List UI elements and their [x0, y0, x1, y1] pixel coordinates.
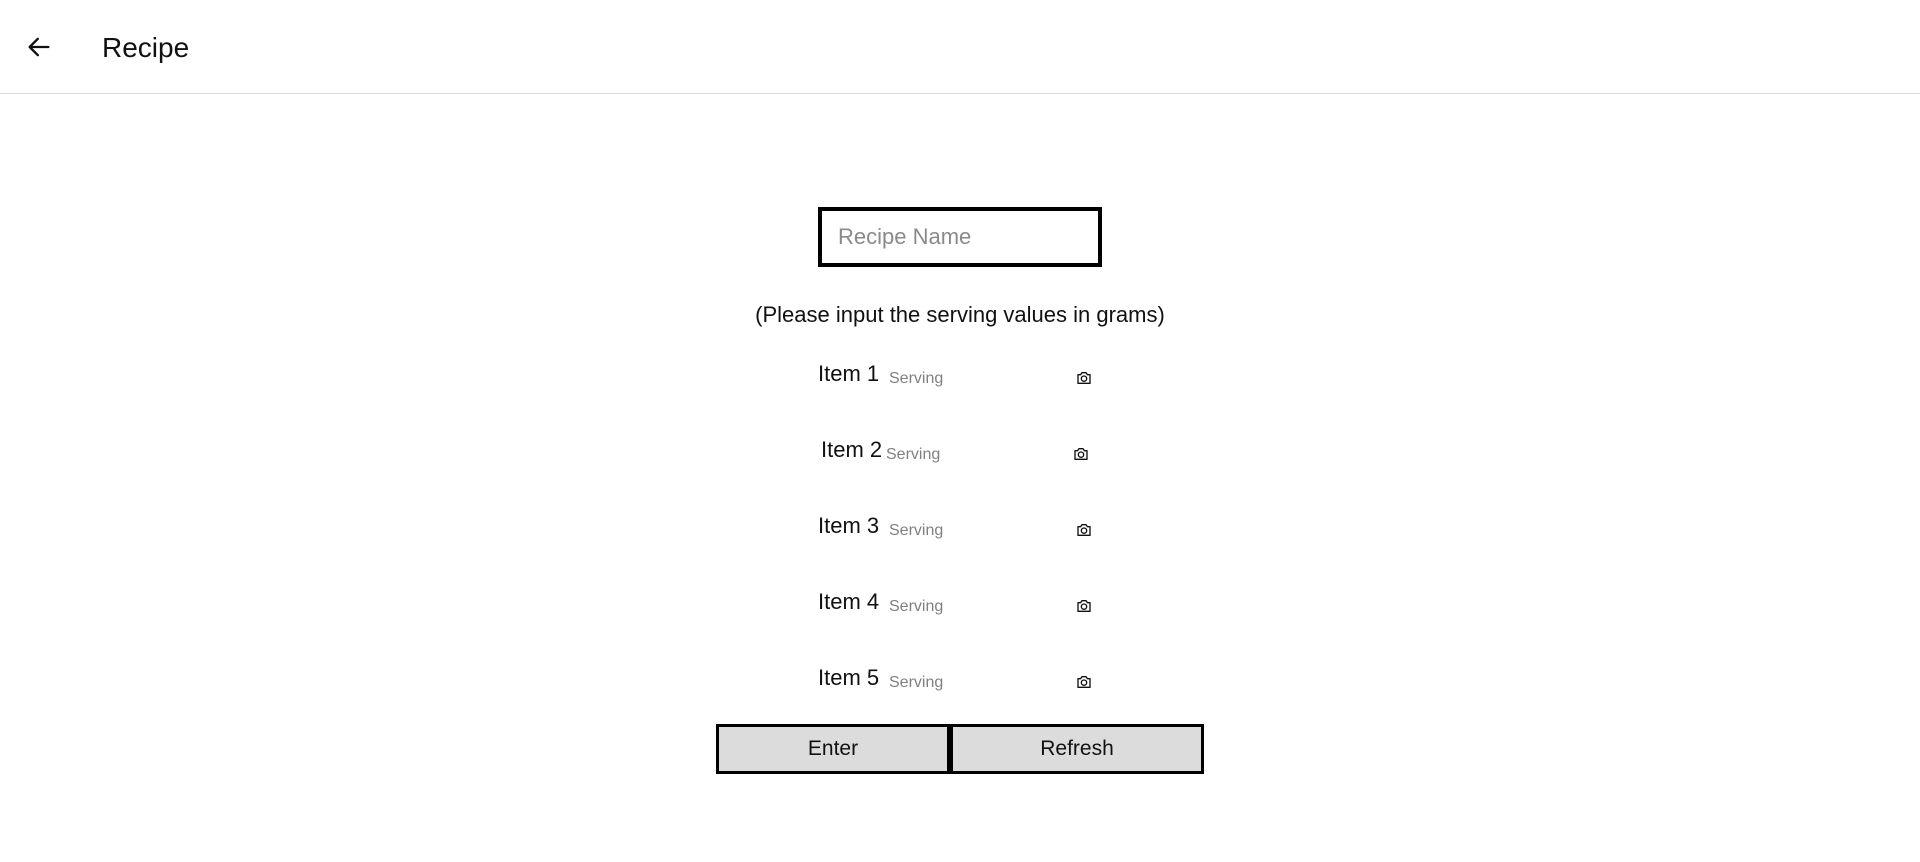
- camera-icon: [1077, 600, 1091, 612]
- serving-input[interactable]: [889, 518, 1049, 544]
- item-label: Item 2: [821, 437, 883, 462]
- page-title: Recipe: [102, 32, 190, 63]
- serving-input[interactable]: [889, 594, 1049, 620]
- recipe-name-input[interactable]: [818, 207, 1102, 267]
- camera-icon: [1077, 676, 1091, 688]
- item-row: Item 3: [818, 510, 1098, 550]
- item-label: Item 3: [818, 513, 880, 538]
- item-row: Item 4: [818, 586, 1098, 626]
- camera-button[interactable]: [1073, 671, 1095, 693]
- camera-icon: [1077, 372, 1091, 384]
- camera-button[interactable]: [1073, 595, 1095, 617]
- refresh-button[interactable]: Refresh: [950, 724, 1204, 774]
- serving-input[interactable]: [889, 670, 1049, 696]
- action-buttons: Enter Refresh: [716, 724, 1204, 774]
- serving-instruction: (Please input the serving values in gram…: [755, 302, 1165, 327]
- item-row: Item 2: [821, 434, 1101, 474]
- item-label: Item 4: [818, 589, 880, 614]
- item-label: Item 5: [818, 665, 880, 690]
- camera-button[interactable]: [1073, 519, 1095, 541]
- enter-button[interactable]: Enter: [716, 724, 950, 774]
- item-row: Item 1: [818, 358, 1098, 398]
- item-label: Item 1: [818, 361, 880, 386]
- camera-icon: [1077, 524, 1091, 536]
- back-button[interactable]: [18, 26, 60, 68]
- serving-input[interactable]: [889, 366, 1049, 392]
- serving-input[interactable]: [886, 442, 1046, 468]
- camera-button[interactable]: [1073, 367, 1095, 389]
- camera-button[interactable]: [1070, 443, 1092, 465]
- camera-icon: [1074, 448, 1088, 460]
- app-header: Recipe: [0, 0, 1920, 94]
- arrow-left-icon: [28, 37, 50, 57]
- item-row: Item 5: [818, 662, 1098, 702]
